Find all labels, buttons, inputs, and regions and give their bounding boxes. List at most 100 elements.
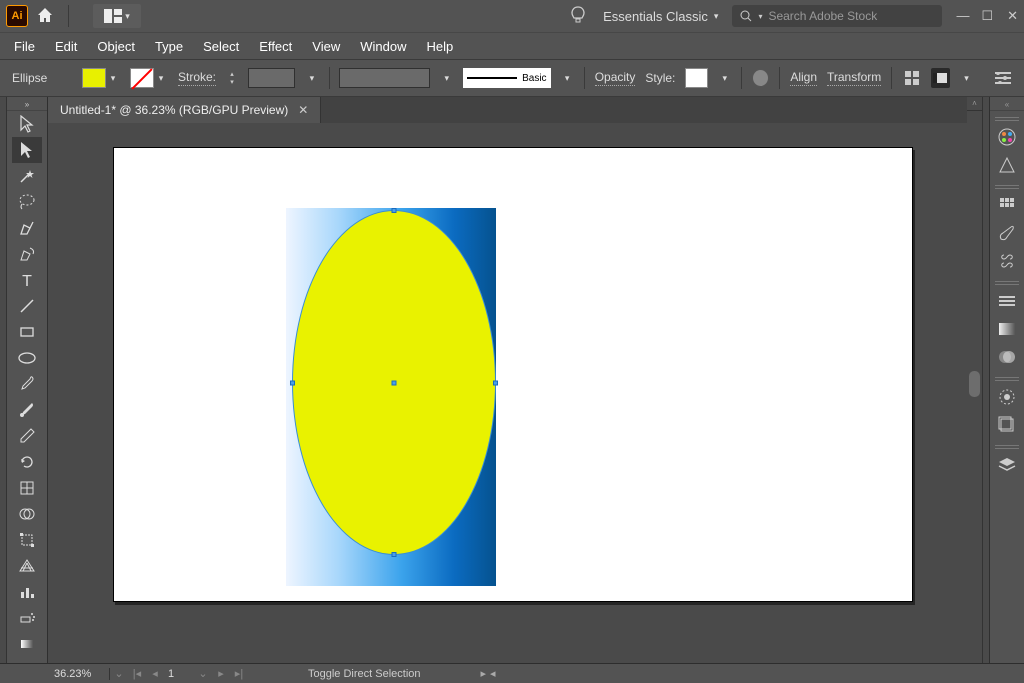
selection-tool[interactable] [12, 111, 42, 137]
align-to-button[interactable] [931, 68, 950, 88]
next-artboard-button[interactable]: ▸ [212, 667, 230, 680]
direct-selection-tool[interactable] [12, 137, 42, 163]
menu-help[interactable]: Help [426, 39, 453, 54]
stroke-swatch[interactable]: ▾ [130, 68, 168, 88]
gradient-tool[interactable] [12, 631, 42, 657]
anchor-center[interactable] [392, 380, 397, 385]
home-button[interactable] [36, 7, 54, 26]
layers-panel-button[interactable] [993, 451, 1021, 479]
swatches-panel-button[interactable] [993, 191, 1021, 219]
chevron-down-icon[interactable]: ▾ [561, 68, 574, 88]
symbols-panel-button[interactable] [993, 247, 1021, 275]
stroke-weight-field[interactable] [248, 68, 295, 88]
menu-file[interactable]: File [14, 39, 35, 54]
menu-select[interactable]: Select [203, 39, 239, 54]
appearance-panel-button[interactable] [993, 383, 1021, 411]
column-graph-tool[interactable] [12, 579, 42, 605]
anchor-left[interactable] [290, 380, 295, 385]
symbol-sprayer-tool[interactable] [12, 605, 42, 631]
scroll-up-button[interactable]: ˄ [967, 97, 982, 111]
stroke-panel-button[interactable] [993, 287, 1021, 315]
workspace-switcher[interactable]: Essentials Classic ▾ [603, 9, 718, 24]
stroke-weight-stepper[interactable]: ▴▾ [226, 71, 238, 86]
menu-object[interactable]: Object [97, 39, 135, 54]
menu-window[interactable]: Window [360, 39, 406, 54]
horizontal-scrollbar[interactable]: ▸◂ [481, 667, 496, 680]
anchor-top[interactable] [392, 208, 397, 213]
brush-definition[interactable]: Basic [463, 68, 550, 88]
transform-label[interactable]: Transform [827, 70, 881, 86]
discover-button[interactable] [571, 6, 585, 27]
opacity-label[interactable]: Opacity [595, 70, 636, 86]
panel-group-handle[interactable] [995, 281, 1019, 285]
maximize-button[interactable]: ☐ [981, 8, 993, 24]
rectangle-tool[interactable] [12, 319, 42, 345]
document-tab[interactable]: Untitled-1* @ 36.23% (RGB/GPU Preview) ✕ [48, 97, 321, 123]
toolbox-expand[interactable]: » [7, 99, 47, 111]
variable-width-profile[interactable] [339, 68, 430, 88]
panel-group-handle[interactable] [995, 185, 1019, 189]
perspective-grid-tool[interactable] [12, 553, 42, 579]
rotate-tool[interactable] [12, 449, 42, 475]
close-tab-button[interactable]: ✕ [298, 103, 308, 117]
panel-group-handle[interactable] [995, 117, 1019, 121]
artboard-number-field[interactable]: 1 [164, 668, 194, 680]
menu-effect[interactable]: Effect [259, 39, 292, 54]
pen-tool[interactable] [12, 215, 42, 241]
panel-group-handle[interactable] [995, 445, 1019, 449]
canvas[interactable] [48, 123, 967, 663]
lasso-tool[interactable] [12, 189, 42, 215]
magic-wand-tool[interactable] [12, 163, 42, 189]
blob-brush-tool[interactable] [12, 397, 42, 423]
scroll-track[interactable] [967, 111, 982, 663]
anchor-right[interactable] [493, 380, 498, 385]
close-button[interactable]: ✕ [1007, 8, 1018, 24]
menu-view[interactable]: View [312, 39, 340, 54]
transparency-panel-button[interactable] [993, 343, 1021, 371]
panel-expand[interactable]: « [990, 99, 1024, 111]
anchor-bottom[interactable] [392, 552, 397, 557]
graphic-style-swatch[interactable] [685, 68, 708, 88]
search-stock-field[interactable]: ▾ Search Adobe Stock [732, 5, 942, 27]
recolor-artwork-button[interactable] [752, 69, 769, 87]
line-segment-tool[interactable] [12, 293, 42, 319]
prev-artboard-button[interactable]: ◂ [146, 667, 164, 680]
vertical-scrollbar[interactable]: ˄ [967, 97, 982, 663]
artboard-dropdown[interactable]: ⌄ [194, 667, 212, 680]
shape-builder-tool[interactable] [12, 501, 42, 527]
chevron-down-icon[interactable]: ▾ [718, 68, 731, 88]
ellipse-tool[interactable] [12, 345, 42, 371]
eyedropper-tool[interactable] [12, 423, 42, 449]
right-dock-strip[interactable] [982, 97, 989, 663]
paintbrush-tool[interactable] [12, 371, 42, 397]
minimize-button[interactable]: — [956, 8, 967, 24]
zoom-dropdown[interactable]: ⌄ [110, 667, 128, 680]
color-panel-button[interactable] [993, 123, 1021, 151]
chevron-down-icon[interactable]: ▾ [440, 68, 453, 88]
graphic-styles-panel-button[interactable] [993, 411, 1021, 439]
chevron-down-icon[interactable]: ▾ [960, 68, 973, 88]
last-artboard-button[interactable]: ▸| [230, 667, 248, 680]
arrange-documents-button[interactable]: ▾ [93, 4, 141, 28]
isolate-button[interactable] [902, 68, 921, 88]
menu-edit[interactable]: Edit [55, 39, 77, 54]
ellipse-object[interactable] [292, 210, 496, 555]
panel-group-handle[interactable] [995, 377, 1019, 381]
gradient-panel-button[interactable] [993, 315, 1021, 343]
chevron-down-icon[interactable]: ▾ [305, 68, 318, 88]
zoom-field[interactable]: 36.23% [48, 668, 110, 680]
align-label[interactable]: Align [790, 70, 817, 86]
first-artboard-button[interactable]: |◂ [128, 667, 146, 680]
scroll-thumb[interactable] [969, 371, 980, 397]
color-guide-panel-button[interactable] [993, 151, 1021, 179]
left-dock-strip[interactable] [0, 97, 7, 663]
mesh-tool[interactable] [12, 475, 42, 501]
control-panel-menu[interactable] [993, 68, 1012, 88]
type-tool[interactable]: T [12, 267, 42, 293]
brushes-panel-button[interactable] [993, 219, 1021, 247]
control-bar: Ellipse ▾ ▾ Stroke: ▴▾ ▾ ▾ Basic ▾ Opaci… [0, 59, 1024, 97]
free-transform-tool[interactable] [12, 527, 42, 553]
curvature-tool[interactable] [12, 241, 42, 267]
fill-swatch[interactable]: ▾ [82, 68, 120, 88]
menu-type[interactable]: Type [155, 39, 183, 54]
